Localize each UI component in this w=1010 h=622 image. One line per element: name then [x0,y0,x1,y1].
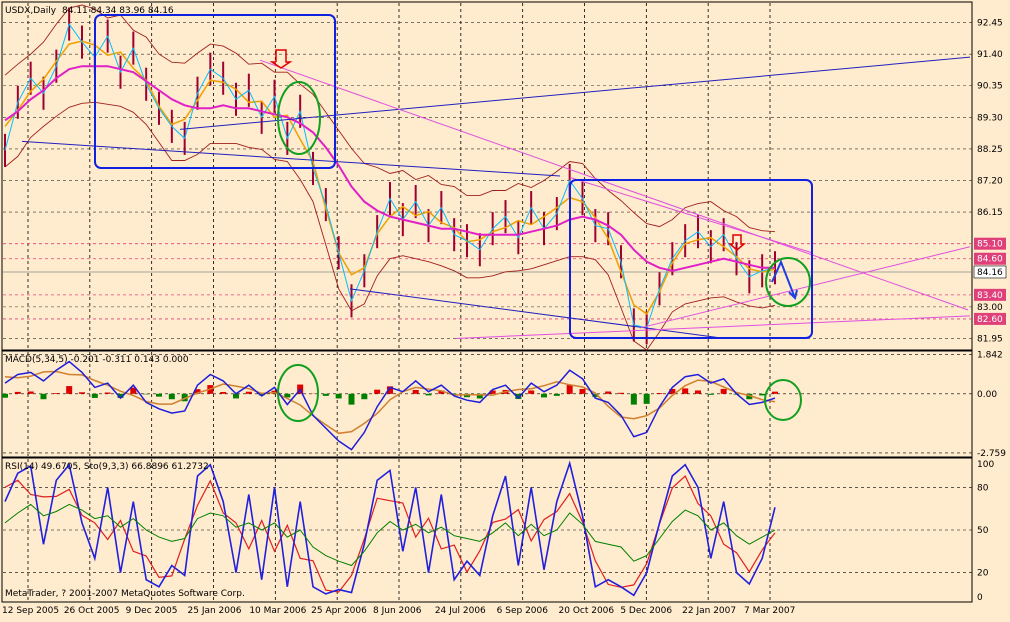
macd-histogram-bar [156,394,162,397]
macd-histogram-bar [721,389,727,394]
macd-histogram-bar [605,391,611,393]
macd-histogram-bar [28,391,34,393]
macd-histogram-bar [15,392,21,394]
macd-histogram-bar [631,394,637,405]
macd-histogram-bar [772,392,778,394]
x-tick-label: 9 Dec 2005 [126,606,178,616]
y-tick-label: 91.40 [977,50,1003,60]
y-tick-label: 85.10 [977,240,1003,250]
macd-histogram-bar [2,394,8,398]
rsi-title: RSI(14) 49.6705, Sto(9,3,3) 66.8896 61.2… [5,462,209,472]
x-tick-label: 8 Jun 2006 [373,606,422,616]
macd-histogram-bar [143,394,149,395]
macd-histogram-bar [657,393,663,394]
macd-histogram-bar [708,394,714,395]
y-tick-label: 90.35 [977,82,1003,92]
x-tick-label: 12 Sep 2005 [2,606,59,616]
y-tick-label: 83.40 [977,291,1003,301]
rsi-y-tick-label: 80 [977,483,989,493]
rsi-y-tick-label: 50 [977,526,989,536]
macd-histogram-bar [53,393,59,394]
macd-histogram-bar [79,392,85,394]
macd-histogram-bar [105,393,111,394]
macd-histogram-bar [618,393,624,394]
macd-histogram-bar [682,388,688,393]
macd-histogram-bar [374,390,380,394]
main-ohlc: 84.11 84.34 83.96 84.16 [62,6,174,16]
x-tick-label: 10 Mar 2006 [249,606,306,616]
macd-title: MACD(5,34,5) -0.201 -0.311 0.143 0.000 [5,355,189,365]
macd-histogram-bar [426,394,432,396]
rsi-y-tick-label: 100 [977,460,994,470]
macd-histogram-bar [554,394,560,396]
macd-histogram-bar [759,394,765,396]
macd-histogram-bar [246,392,252,394]
macd-histogram-bar [695,390,701,393]
main-title: USDX,Daily [5,6,57,16]
macd-y-tick-label: 1.842 [977,350,1003,360]
macd-histogram-bar [92,394,98,398]
y-tick-label: 83.00 [977,303,1003,313]
x-tick-label: 7 Mar 2007 [744,606,795,616]
y-tick-label: 89.30 [977,113,1003,123]
macd-histogram-bar [169,394,175,399]
y-tick-label: 88.25 [977,145,1003,155]
macd-histogram-bar [323,394,329,396]
x-tick-label: 25 Jan 2006 [188,606,242,616]
macd-histogram-bar [567,385,573,394]
macd-histogram-bar [336,394,342,399]
macd-histogram-bar [220,392,226,394]
y-tick-label: 92.45 [977,19,1003,29]
rsi-y-tick-label: 0 [977,593,983,603]
x-tick-label: 20 Oct 2006 [559,606,615,616]
y-tick-label: 82.60 [977,315,1003,325]
y-tick-label: 81.95 [977,334,1003,344]
macd-histogram-bar [541,394,547,398]
macd-histogram-bar [644,394,650,404]
x-tick-label: 24 Jul 2006 [435,606,486,616]
y-tick-label: 87.20 [977,177,1003,187]
chart-svg: 12 Sep 2005 26 Oct 2005 9 Dec 2005 25 Jan 2… [0,0,1010,618]
x-tick-label: 5 Dec 2006 [620,606,672,616]
x-tick-label: 25 Apr 2006 [311,606,367,616]
y-tick-label: 84.16 [977,268,1003,278]
chart: 12 Sep 2005 26 Oct 2005 9 Dec 2005 25 Jan 2… [0,0,1010,618]
y-tick-label: 84.60 [977,255,1003,265]
y-tick-label: 86.15 [977,208,1003,218]
macd-y-tick-label: 0.00 [977,390,997,400]
macd-histogram-bar [413,390,419,394]
macd-histogram-bar [580,389,586,394]
x-tick-label: 6 Sep 2006 [497,606,549,616]
rsi-y-tick-label: 20 [977,569,989,579]
macd-histogram-bar [349,394,355,405]
macd-histogram-bar [66,386,72,394]
x-tick-label: 26 Oct 2005 [64,606,120,616]
macd-histogram-bar [41,394,47,399]
macd-histogram-bar [361,394,367,399]
macd-histogram-bar [528,390,534,393]
x-tick-label: 22 Jan 2007 [682,606,736,616]
macd-y-tick-label: -2.759 [977,449,1006,459]
footer-copyright: MetaTrader, ? 2001-2007 MetaQuotes Softw… [5,589,245,599]
